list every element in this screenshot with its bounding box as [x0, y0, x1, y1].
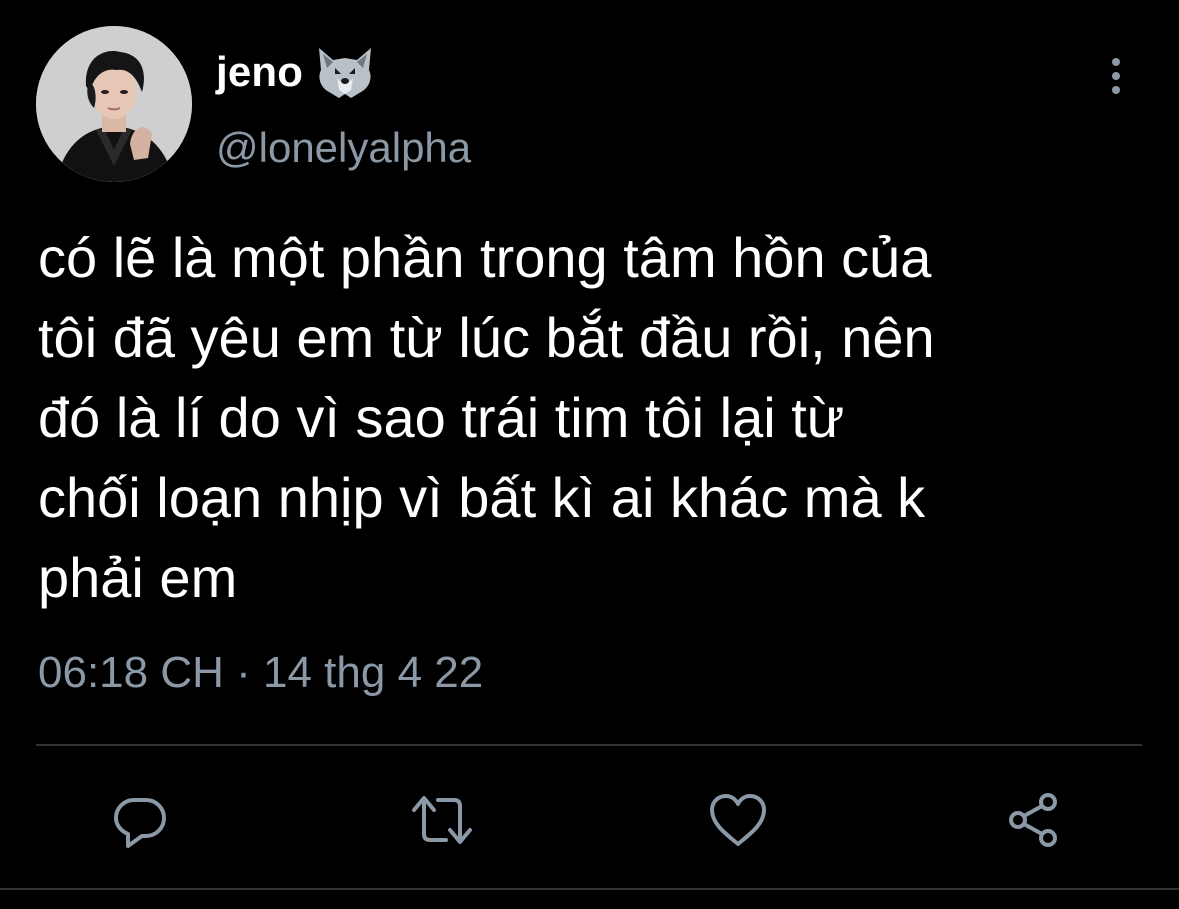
- divider: [36, 744, 1142, 746]
- tweet-text: có lẽ là một phần trong tâm hồn của tôi …: [38, 226, 935, 609]
- like-button[interactable]: [700, 782, 776, 858]
- reply-button[interactable]: [102, 782, 178, 858]
- more-vertical-icon: [1112, 58, 1120, 94]
- bottom-divider: [0, 888, 1179, 890]
- share-icon: [1009, 793, 1057, 847]
- share-button[interactable]: [996, 782, 1072, 858]
- profile-photo: [36, 26, 192, 182]
- retweet-icon: [412, 796, 472, 844]
- tweet-date: 14 thg 4 22: [263, 648, 484, 697]
- reply-icon: [114, 798, 166, 848]
- more-options-button[interactable]: [1098, 52, 1134, 100]
- heart-icon: [710, 794, 766, 846]
- user-handle[interactable]: @lonelyalpha: [216, 124, 471, 172]
- display-name-row: jeno: [216, 44, 377, 100]
- display-name[interactable]: jeno: [216, 48, 303, 96]
- avatar[interactable]: [36, 26, 192, 182]
- meta-separator: ·: [236, 648, 251, 697]
- action-bar: [0, 782, 1179, 858]
- retweet-button[interactable]: [404, 782, 480, 858]
- tweet-timestamp[interactable]: 06:18 CH · 14 thg 4 22: [38, 648, 483, 698]
- wolf-icon: [313, 44, 377, 100]
- tweet-time: 06:18 CH: [38, 648, 224, 697]
